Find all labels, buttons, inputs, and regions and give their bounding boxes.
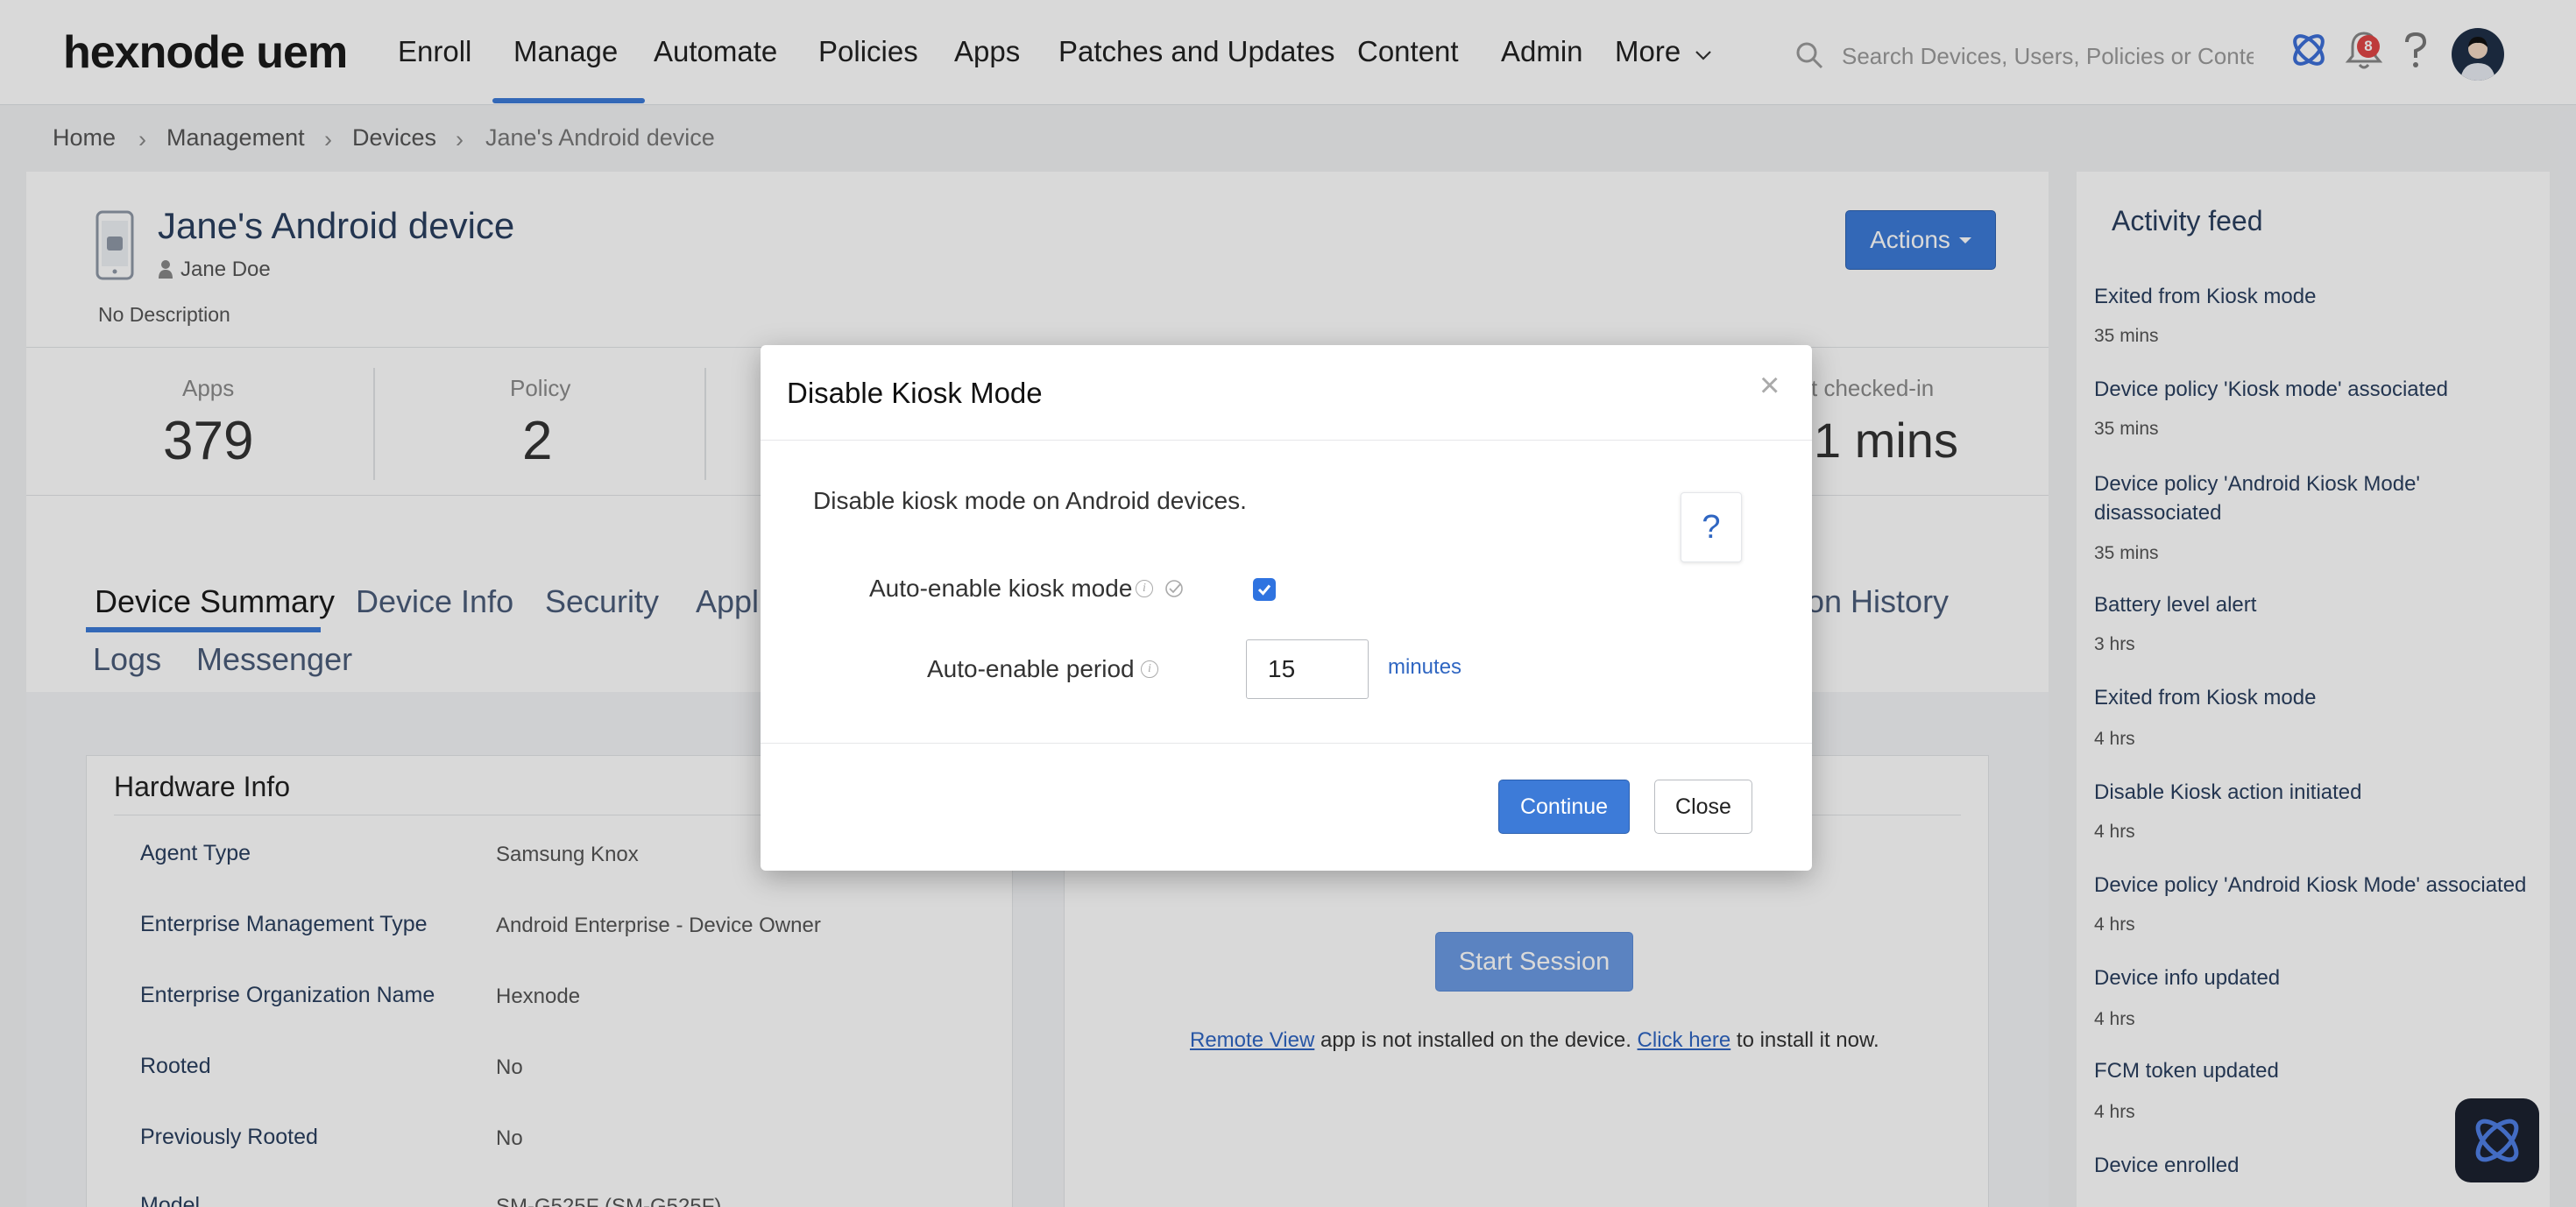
close-icon[interactable]: × — [1759, 368, 1780, 403]
info-icon[interactable]: i — [1141, 660, 1158, 678]
disable-kiosk-mode-dialog: Disable Kiosk Mode × Disable kiosk mode … — [761, 345, 1812, 871]
close-button[interactable]: Close — [1654, 780, 1752, 834]
auto-enable-checkbox[interactable] — [1253, 578, 1276, 601]
continue-button[interactable]: Continue — [1498, 780, 1630, 834]
auto-enable-period-input[interactable] — [1246, 639, 1369, 699]
help-button[interactable]: ? — [1681, 492, 1742, 562]
period-unit-label: minutes — [1388, 655, 1462, 679]
auto-enable-label: Auto-enable kiosk mode — [869, 575, 1133, 602]
divider — [761, 743, 1812, 744]
info-icon[interactable]: i — [1136, 580, 1153, 597]
auto-enable-period-label: Auto-enable period — [927, 655, 1135, 682]
dialog-description: Disable kiosk mode on Android devices. — [813, 487, 1247, 514]
dialog-title: Disable Kiosk Mode — [787, 377, 1043, 409]
divider — [761, 440, 1812, 441]
verified-check-icon — [1164, 578, 1185, 604]
checkmark-icon — [1257, 584, 1271, 596]
